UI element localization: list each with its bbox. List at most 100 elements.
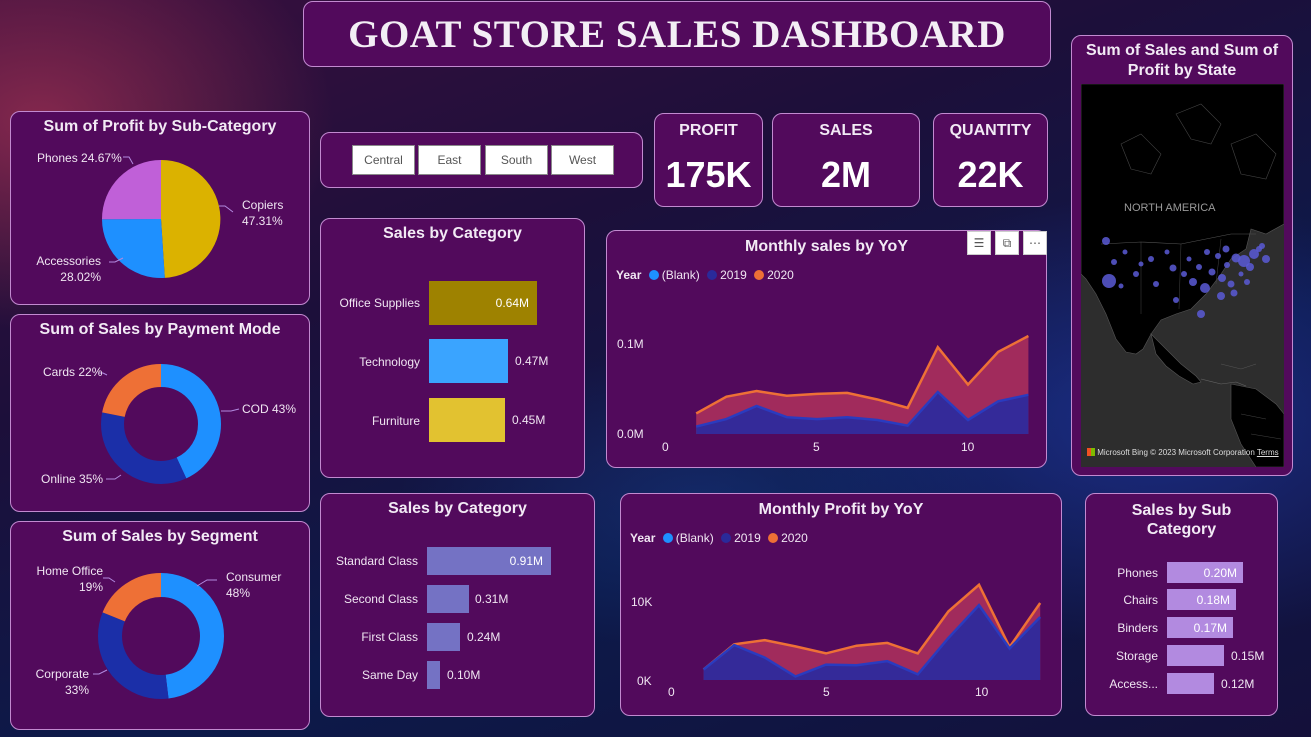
- profit-ytick-high: 10K: [631, 595, 653, 609]
- bar-label-storage: 0.15M: [1231, 649, 1265, 663]
- category-label-furniture: Furniture: [371, 414, 420, 428]
- sales-category-title: Sales by Category: [383, 225, 522, 242]
- sub-category-title: Sales by Sub Category: [1086, 501, 1277, 539]
- profit-xtick-5: 5: [823, 685, 830, 699]
- region-slicer: Central East South West: [320, 132, 643, 188]
- online-label: Online 35%: [41, 472, 104, 486]
- region-button-west[interactable]: West: [551, 145, 614, 175]
- bar-label-technology: 0.47M: [515, 354, 549, 368]
- profit-kpi-value: 175K: [665, 154, 752, 195]
- subcat-label-phones: Phones: [1117, 566, 1158, 580]
- pie-slice-phones[interactable]: [101, 160, 161, 220]
- shipmode-label-same-day: Same Day: [361, 668, 418, 682]
- copiers-pct: 47.31%: [242, 214, 283, 228]
- region-button-east[interactable]: East: [418, 145, 481, 175]
- region-button-south[interactable]: South: [485, 145, 548, 175]
- bar-label-accessories: 0.12M: [1221, 677, 1255, 691]
- monthly-profit-area-chart[interactable]: [621, 494, 1063, 717]
- bar-storage[interactable]: [1167, 645, 1224, 666]
- bar-technology[interactable]: [429, 339, 508, 383]
- profit-ytick-low: 0K: [637, 674, 652, 688]
- sales-kpi-value: 2M: [820, 154, 871, 195]
- sub-category-title-line2: Category: [1146, 521, 1217, 538]
- sales-category-card: Sales by Category Office Supplies 0.64M …: [320, 218, 585, 478]
- map-title-line1: Sum of Sales and Sum of: [1085, 42, 1279, 59]
- bar-second-class[interactable]: [427, 585, 469, 613]
- bar-label-standard: 0.91M: [509, 554, 543, 568]
- corporate-pct: 33%: [64, 683, 89, 697]
- bar-label-phones: 0.20M: [1203, 566, 1237, 580]
- map-region-label: NORTH AMERICA: [1124, 202, 1216, 214]
- shipmode-label-standard: Standard Class: [335, 554, 418, 568]
- ship-mode-card: Sales by Category Standard Class 0.91M S…: [320, 493, 595, 717]
- segment-card: Sum of Sales by Segment Home Office 19% …: [10, 521, 310, 730]
- sales-xtick-10: 10: [961, 440, 975, 454]
- profit-kpi-label: PROFIT: [679, 122, 738, 139]
- cod-label: COD 43%: [242, 402, 297, 416]
- sales-ytick-low: 0.0M: [617, 427, 644, 441]
- ship-mode-title: Sales by Category: [388, 500, 527, 517]
- pie-slice-accessories[interactable]: [102, 219, 165, 279]
- home-office-pct: 19%: [78, 580, 103, 594]
- bar-label-furniture: 0.45M: [512, 413, 546, 427]
- segment-donut[interactable]: [11, 522, 311, 731]
- sub-category-title-line1: Sales by Sub: [1131, 502, 1232, 519]
- consumer-pct: 48%: [226, 586, 251, 600]
- profit-xtick-10: 10: [975, 685, 989, 699]
- quantity-kpi-label: QUANTITY: [949, 122, 1032, 139]
- pie-slice-copiers[interactable]: [161, 159, 221, 278]
- bar-label-office-supplies: 0.64M: [495, 296, 529, 310]
- title-card: GOAT STORE SALES DASHBOARD: [303, 1, 1051, 67]
- payment-mode-card: Sum of Sales by Payment Mode Cards 22% C…: [10, 314, 310, 512]
- north-america-map[interactable]: [1081, 84, 1284, 467]
- consumer-name: Consumer: [226, 570, 282, 584]
- bar-label-same-day: 0.10M: [447, 668, 481, 682]
- bar-label-second: 0.31M: [475, 592, 509, 606]
- accessories-pct: 28.02%: [60, 270, 101, 284]
- monthly-sales-area-chart[interactable]: [607, 231, 1048, 469]
- map-copyright: © 2023 Microsoft Corporation: [1150, 448, 1255, 457]
- cards-label: Cards 22%: [43, 365, 103, 379]
- shipmode-label-first: First Class: [361, 630, 418, 644]
- map-brand: Microsoft Bing: [1097, 448, 1148, 457]
- category-label-office-supplies: Office Supplies: [339, 296, 421, 310]
- subcat-label-accessories: Access...: [1109, 677, 1158, 691]
- subcat-label-storage: Storage: [1115, 649, 1158, 663]
- sales-xtick-0: 0: [662, 440, 669, 454]
- sales-kpi-card: SALES 2M: [772, 113, 920, 207]
- sales-kpi-label: SALES: [819, 122, 873, 139]
- phones-label: Phones 24.67%: [37, 151, 122, 165]
- accessories-name: Accessories: [36, 254, 101, 268]
- sales-xtick-5: 5: [813, 440, 820, 454]
- bar-label-first: 0.24M: [467, 630, 501, 644]
- region-button-central[interactable]: Central: [352, 145, 415, 175]
- monthly-sales-card: Monthly sales by YoY ☰ ⧉ ⋯ Year (Blank) …: [606, 230, 1047, 468]
- quantity-kpi-card: QUANTITY 22K: [933, 113, 1048, 207]
- subcat-label-chairs: Chairs: [1123, 593, 1158, 607]
- corporate-name: Corporate: [35, 667, 89, 681]
- map-attribution: Microsoft Bing © 2023 Microsoft Corporat…: [1087, 448, 1279, 457]
- state-map-card: Sum of Sales and Sum of Profit by State: [1071, 35, 1293, 476]
- microsoft-logo-icon: [1087, 448, 1095, 456]
- profit-kpi-card: PROFIT 175K: [654, 113, 763, 207]
- bar-first-class[interactable]: [427, 623, 460, 651]
- bar-accessories[interactable]: [1167, 673, 1214, 694]
- map-canvas[interactable]: NORTH AMERICA Microsoft Bing © 2023 Micr…: [1081, 84, 1284, 467]
- bar-furniture[interactable]: [429, 398, 505, 442]
- dashboard-title: GOAT STORE SALES DASHBOARD: [348, 13, 1006, 56]
- sub-category-card: Sales by Sub Category Phones 0.20M Chair…: [1085, 493, 1278, 716]
- map-terms-link[interactable]: Terms: [1257, 448, 1279, 457]
- bar-label-chairs: 0.18M: [1196, 593, 1230, 607]
- copiers-name: Copiers: [242, 198, 284, 212]
- profit-xtick-0: 0: [668, 685, 675, 699]
- monthly-profit-card: Monthly Profit by YoY Year (Blank) 2019 …: [620, 493, 1062, 716]
- shipmode-label-second: Second Class: [343, 592, 418, 606]
- profit-subcategory-card: Sum of Profit by Sub-Category Phones 24.…: [10, 111, 310, 305]
- category-label-technology: Technology: [359, 355, 420, 369]
- bar-same-day[interactable]: [427, 661, 440, 689]
- sales-ytick-high: 0.1M: [617, 337, 644, 351]
- bar-label-binders: 0.17M: [1193, 621, 1227, 635]
- map-title: Sum of Sales and Sum of Profit by State: [1072, 41, 1292, 81]
- map-title-line2: Profit by State: [1127, 62, 1237, 79]
- subcat-label-binders: Binders: [1117, 621, 1158, 635]
